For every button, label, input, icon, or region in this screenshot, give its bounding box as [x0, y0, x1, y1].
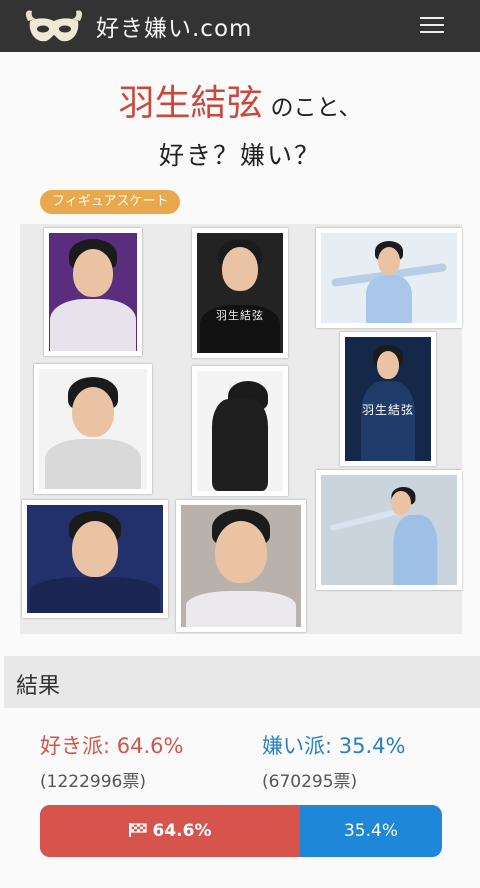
like-bar-text: 64.6% — [152, 821, 212, 841]
top-navigation-bar: 好き嫌い.com — [0, 0, 480, 52]
dislike-vote-count: (670295票) — [262, 772, 358, 792]
magazine-cover-caption: 羽生結弦 — [361, 403, 414, 417]
results-section-header: 結果 — [4, 656, 480, 708]
like-dislike-question: 好き？嫌い？ — [158, 141, 321, 170]
gallery-photo[interactable]: 羽生結弦 — [340, 332, 436, 466]
gallery-photo[interactable] — [34, 364, 152, 494]
results-heading: 結果 — [16, 674, 61, 699]
like-bar-segment: 64.6% — [40, 805, 300, 857]
vote-ratio-bar: 64.6% 35.4% — [40, 805, 442, 857]
page-title: 羽生結弦 のこと、 — [0, 74, 480, 126]
photo-gallery: 羽生結弦 羽生結弦 — [20, 224, 462, 634]
gallery-photo[interactable] — [192, 366, 288, 496]
gallery-photo[interactable] — [22, 500, 168, 618]
gallery-photo[interactable]: 羽生結弦 — [192, 228, 288, 358]
gallery-photo[interactable] — [316, 228, 462, 328]
magazine-cover-caption: 羽生結弦 — [216, 309, 264, 322]
checkered-flag-icon — [128, 823, 147, 837]
dislike-percentage-label: 嫌い派: 35.4% — [262, 734, 406, 758]
person-name-link[interactable]: 羽生結弦 — [118, 83, 262, 124]
dislike-bar-segment: 35.4% — [300, 805, 442, 857]
title-suffix: のこと、 — [270, 95, 362, 121]
site-brand-link[interactable]: 好き嫌い.com — [96, 9, 252, 43]
like-percentage-label: 好き派: 64.6% — [40, 734, 184, 758]
gallery-photo[interactable] — [44, 228, 142, 356]
hamburger-menu-icon[interactable] — [418, 12, 446, 38]
masquerade-mask-logo-icon[interactable] — [22, 7, 86, 47]
dislike-bar-text: 35.4% — [343, 821, 398, 841]
category-tag[interactable]: フィギュアスケート — [40, 190, 181, 214]
gallery-photo[interactable] — [176, 500, 306, 632]
gallery-photo[interactable] — [316, 470, 462, 590]
like-vote-count: (1222996票) — [40, 772, 146, 792]
